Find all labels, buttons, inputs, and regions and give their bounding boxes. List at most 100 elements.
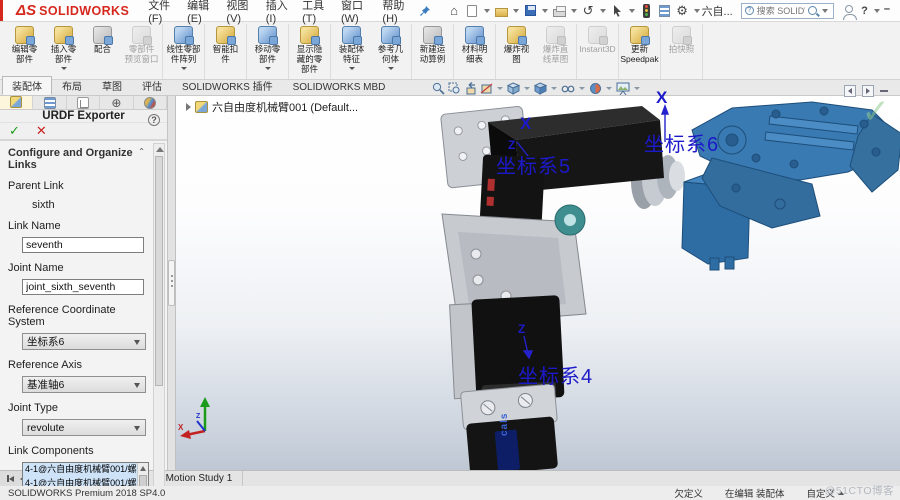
tree-expand-icon[interactable] bbox=[186, 103, 191, 111]
ribbon-show-hidden[interactable]: 显示隐 藏的零 部件 bbox=[290, 24, 329, 79]
ribbon-new-motion-study[interactable]: 新建运 动算例 bbox=[413, 24, 452, 79]
tab-layout[interactable]: 布局 bbox=[52, 76, 92, 95]
tab-displaymanager[interactable] bbox=[134, 96, 168, 109]
home-icon[interactable]: ⌂ bbox=[446, 2, 463, 19]
tab-propertymanager[interactable] bbox=[33, 96, 67, 109]
select-caret-icon[interactable] bbox=[628, 8, 635, 13]
undo-caret-icon[interactable] bbox=[599, 8, 606, 13]
zoom-area-icon[interactable] bbox=[448, 82, 461, 95]
panel-scroll-thumb[interactable] bbox=[155, 156, 163, 386]
ribbon-smart-fasteners[interactable]: 智能扣 件 bbox=[206, 24, 245, 79]
tab-sw-addins[interactable]: SOLIDWORKS 插件 bbox=[172, 76, 283, 95]
ribbon-insert-component[interactable]: 插入零 部件 bbox=[44, 24, 83, 79]
scene-caret-icon[interactable] bbox=[634, 87, 640, 90]
help-caret-icon[interactable] bbox=[873, 8, 880, 13]
view-orientation-caret-icon[interactable] bbox=[524, 87, 530, 90]
menu-file[interactable]: 文件(F) bbox=[141, 0, 180, 27]
ribbon-mate[interactable]: 配合 bbox=[83, 24, 122, 79]
open-caret-icon[interactable] bbox=[512, 8, 519, 13]
previous-pane-button[interactable] bbox=[844, 85, 856, 97]
splitter-handle[interactable] bbox=[168, 260, 175, 306]
print-icon[interactable] bbox=[551, 2, 568, 19]
link-name-input[interactable] bbox=[22, 237, 144, 253]
section-caret-icon[interactable] bbox=[497, 87, 503, 90]
select-pointer-icon[interactable] bbox=[609, 2, 626, 19]
joint-type-select[interactable]: revolute bbox=[22, 419, 146, 436]
ribbon-reference-geometry[interactable]: 参考几 何体 bbox=[371, 24, 410, 79]
tab-motion-study-1[interactable]: Motion Study 1 bbox=[156, 471, 244, 486]
ribbon-move-component[interactable]: 移动零 部件 bbox=[248, 24, 287, 79]
tab-assembly[interactable]: 装配体 bbox=[2, 76, 52, 95]
panel-scroll-up-icon[interactable] bbox=[156, 147, 164, 152]
menu-window[interactable]: 窗口(W) bbox=[334, 0, 375, 27]
reference-axis-select[interactable]: 基准轴6 bbox=[22, 376, 146, 393]
next-pane-button[interactable] bbox=[862, 85, 874, 97]
tab-featuremanager[interactable] bbox=[0, 96, 34, 109]
ribbon-assembly-features[interactable]: 装配体 特征 bbox=[332, 24, 371, 79]
menu-insert[interactable]: 插入(I) bbox=[259, 0, 295, 27]
search-input[interactable] bbox=[756, 5, 806, 16]
pin-menu-icon[interactable] bbox=[419, 4, 431, 18]
display-style-icon[interactable] bbox=[534, 82, 547, 95]
user-account-icon[interactable] bbox=[840, 2, 857, 20]
menu-help[interactable]: 帮助(H) bbox=[375, 0, 415, 27]
menu-edit[interactable]: 编辑(E) bbox=[180, 0, 219, 27]
cancel-button[interactable]: ✕ bbox=[36, 123, 47, 139]
tab-configurationmanager[interactable] bbox=[67, 96, 101, 109]
menu-view[interactable]: 视图(V) bbox=[219, 0, 258, 27]
tab-sw-mbd[interactable]: SOLIDWORKS MBD bbox=[283, 80, 396, 95]
section-configure-links[interactable]: Configure and Organize Links ⌃ bbox=[8, 147, 147, 171]
new-document-caret-icon[interactable] bbox=[483, 8, 490, 13]
search-magnifier-icon[interactable] bbox=[808, 6, 818, 15]
ribbon-linear-pattern[interactable]: 线性零部 件阵列 bbox=[164, 24, 203, 79]
view-orientation-icon[interactable] bbox=[507, 82, 520, 95]
assembly-features-caret-icon[interactable] bbox=[348, 66, 355, 70]
print-caret-icon[interactable] bbox=[570, 8, 577, 13]
previous-view-icon[interactable] bbox=[464, 82, 477, 95]
move-component-caret-icon[interactable] bbox=[264, 66, 271, 70]
rebuild-traffic-light-icon[interactable] bbox=[638, 2, 655, 19]
panel-splitter[interactable] bbox=[168, 96, 176, 470]
options-caret-icon[interactable] bbox=[693, 8, 700, 13]
flyout-feature-tree[interactable]: 六自由度机械臂001 (Default... bbox=[186, 99, 358, 115]
graphics-viewport[interactable]: 六自由度机械臂001 (Default... 坐标系5 坐标系6 坐标系4 X … bbox=[176, 88, 900, 470]
section-view-icon[interactable] bbox=[480, 82, 493, 95]
scroll-up-icon[interactable] bbox=[140, 466, 146, 471]
new-document-icon[interactable] bbox=[464, 2, 481, 19]
open-icon[interactable] bbox=[493, 2, 510, 19]
options-gear-icon[interactable]: ⚙ bbox=[674, 2, 691, 19]
appearance-caret-icon[interactable] bbox=[606, 87, 612, 90]
linear-pattern-caret-icon[interactable] bbox=[180, 66, 187, 70]
tab-dimxpertmanager[interactable]: ⊕ bbox=[100, 96, 134, 109]
hide-show-items-icon[interactable] bbox=[561, 82, 575, 95]
hide-show-caret-icon[interactable] bbox=[579, 87, 585, 90]
ribbon-exploded-view[interactable]: 爆炸视 图 bbox=[497, 24, 536, 79]
list-item[interactable]: 4-1@六自由度机械臂001/螺 bbox=[23, 463, 137, 477]
search-caret-icon[interactable] bbox=[822, 8, 829, 13]
panel-scrollbar[interactable] bbox=[153, 143, 165, 500]
joint-name-input[interactable] bbox=[22, 279, 144, 295]
menu-tools[interactable]: 工具(T) bbox=[295, 0, 334, 27]
ok-button[interactable]: ✓ bbox=[9, 123, 20, 139]
apply-scene-icon[interactable] bbox=[616, 82, 630, 95]
save-icon[interactable] bbox=[522, 2, 539, 19]
minimize-window-button[interactable]: – bbox=[882, 3, 896, 19]
panel-help-icon[interactable]: ? bbox=[148, 114, 160, 126]
status-under-defined: 欠定义 bbox=[674, 489, 703, 500]
minimize-pane-icon[interactable] bbox=[880, 90, 888, 92]
task-list-icon[interactable] bbox=[656, 2, 673, 19]
reference-coordinate-select[interactable]: 坐标系6 bbox=[22, 333, 146, 350]
edit-appearance-icon[interactable] bbox=[589, 82, 602, 95]
ribbon-update-speedpak[interactable]: 更新 Speedpak bbox=[620, 24, 659, 79]
ribbon-edit-component[interactable]: 编辑零 部件 bbox=[5, 24, 44, 79]
zoom-fit-icon[interactable] bbox=[432, 82, 445, 95]
help-button[interactable]: ? bbox=[857, 5, 872, 17]
reference-geometry-caret-icon[interactable] bbox=[387, 66, 394, 70]
display-style-caret-icon[interactable] bbox=[551, 87, 557, 90]
assembly-tree-label[interactable]: 六自由度机械臂001 (Default... bbox=[212, 99, 358, 115]
undo-icon[interactable]: ↺ bbox=[580, 2, 597, 19]
save-caret-icon[interactable] bbox=[541, 8, 548, 13]
insert-component-caret-icon[interactable] bbox=[60, 66, 67, 70]
section-collapse-icon[interactable]: ⌃ bbox=[138, 147, 145, 171]
ribbon-bill-of-materials[interactable]: 材料明 细表 bbox=[455, 24, 494, 79]
